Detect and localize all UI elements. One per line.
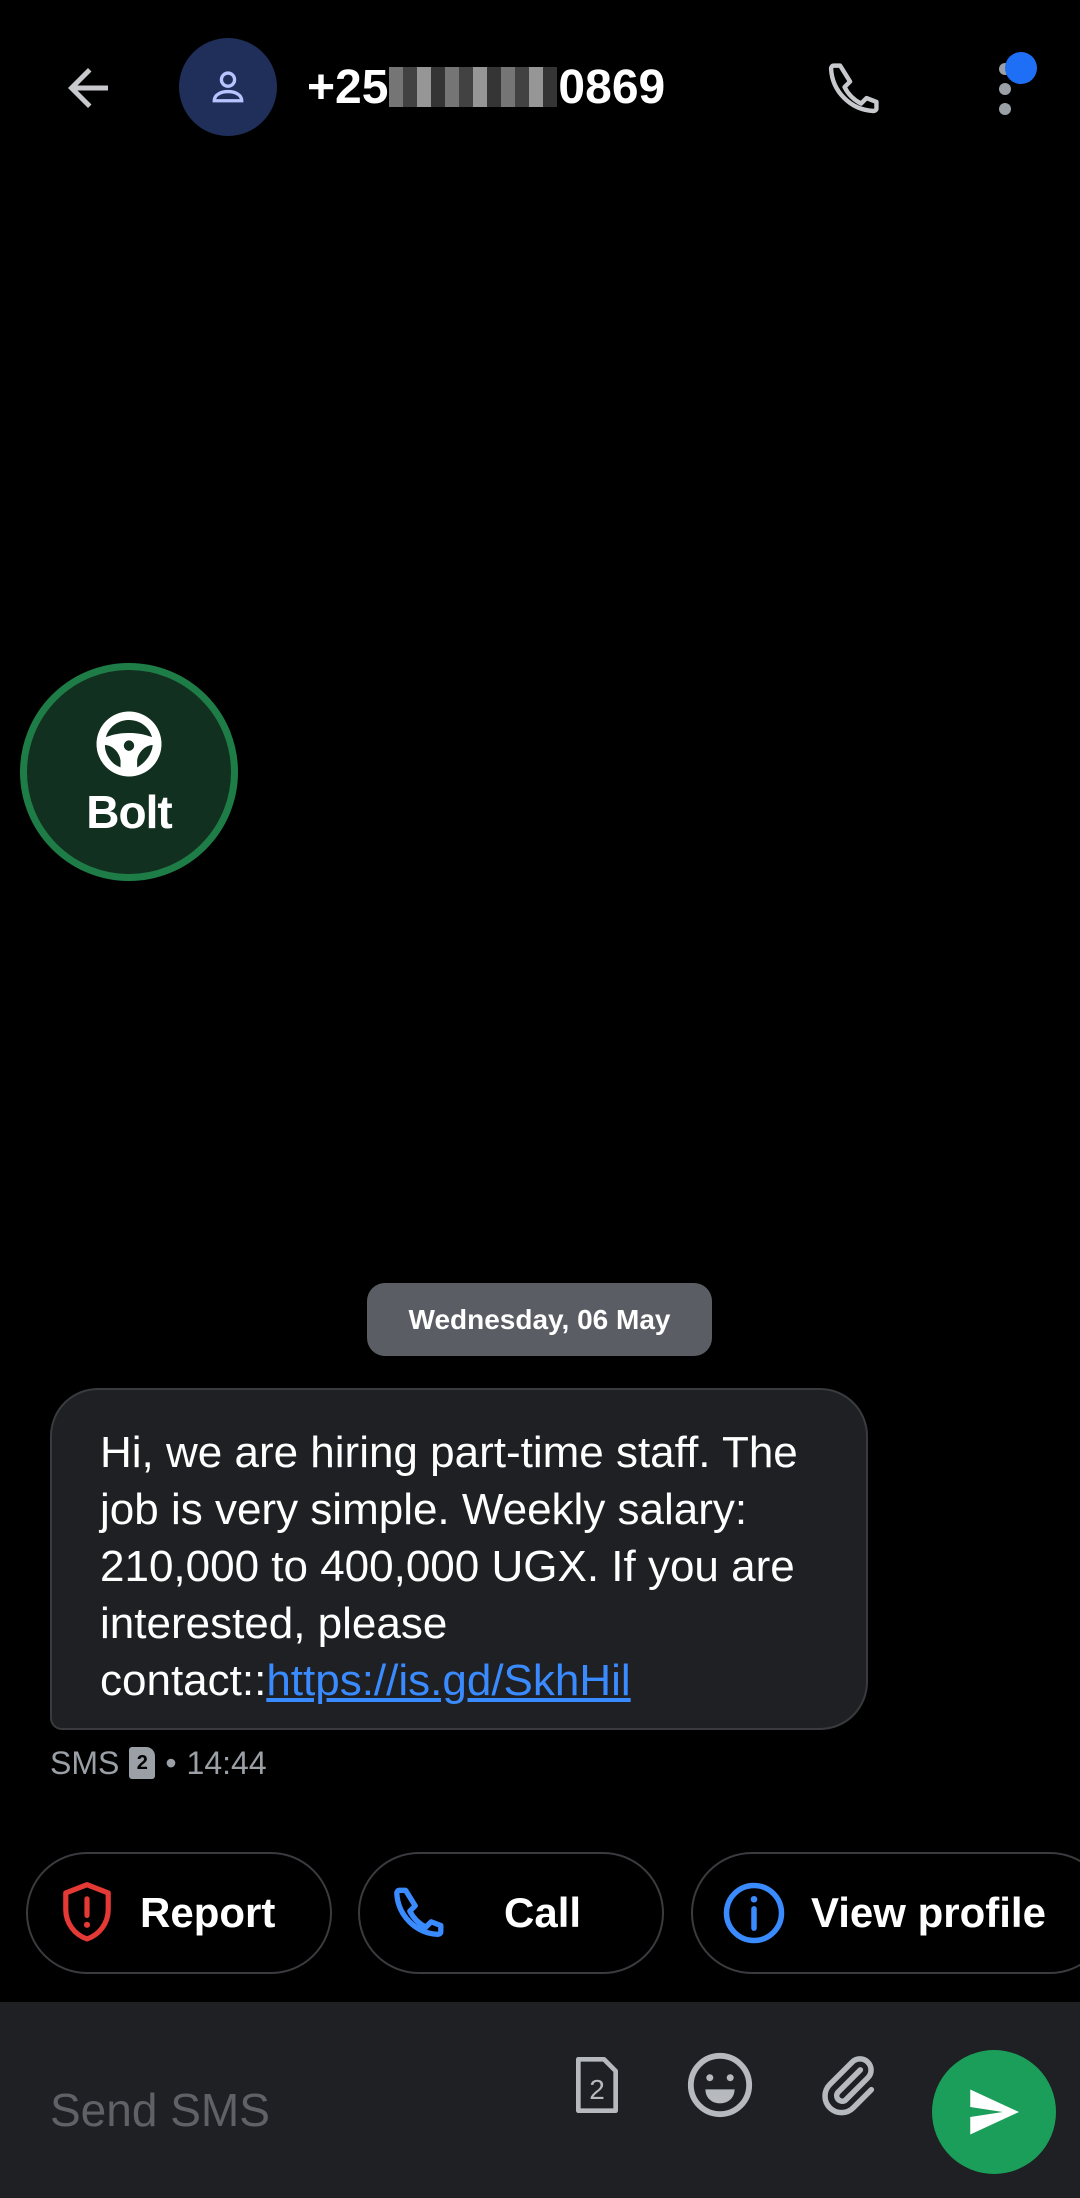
back-button[interactable] [40, 48, 136, 128]
send-icon [970, 2089, 1019, 2135]
message-input[interactable]: Send SMS [50, 2083, 270, 2137]
redacted-digits [389, 67, 558, 107]
paperclip-icon [822, 2056, 875, 2116]
steering-wheel-icon [96, 711, 162, 777]
contact-avatar[interactable] [179, 38, 277, 136]
sim-select-button[interactable]: 2 [562, 2040, 632, 2130]
person-icon [212, 71, 244, 103]
call-label: Call [504, 1889, 582, 1936]
send-button[interactable] [932, 2050, 1056, 2174]
view-profile-button[interactable]: View profile [691, 1852, 1080, 1974]
message-time: 14:44 [186, 1744, 267, 1781]
sim-number: 2 [589, 2074, 605, 2105]
title-prefix: +25 [307, 61, 389, 114]
sim-card-icon: 2 [576, 2057, 618, 2114]
message-link[interactable]: https://is.gd/SkhHil [266, 1656, 630, 1705]
arrow-left-icon [68, 68, 108, 108]
call-action-button[interactable]: Call [358, 1852, 664, 1974]
sim-card-icon: 2 [129, 1747, 156, 1779]
notification-badge [1005, 52, 1037, 84]
meta-separator: • [165, 1744, 177, 1781]
report-label: Report [140, 1889, 276, 1936]
phone-icon [828, 63, 879, 114]
message-meta: SMS 2 • 14:44 [50, 1742, 267, 1784]
smiley-icon [687, 2052, 753, 2118]
emoji-button[interactable] [680, 2040, 760, 2130]
title-suffix: 0869 [558, 61, 666, 114]
contact-title[interactable]: +25 0869 [307, 56, 665, 120]
sender-logo[interactable]: Bolt [20, 663, 238, 881]
bolt-logo-text: Bolt [86, 786, 172, 838]
message-type: SMS [50, 1744, 120, 1781]
attach-button[interactable] [808, 2040, 888, 2130]
shield-alert-icon [63, 1882, 111, 1942]
message-bubble[interactable]: Hi, we are hiring part-time staff. The j… [50, 1388, 868, 1730]
date-separator: Wednesday, 06 May [367, 1283, 712, 1356]
report-button[interactable]: Report [26, 1852, 332, 1974]
view-profile-label: View profile [811, 1889, 1046, 1936]
phone-icon [394, 1887, 444, 1937]
info-icon [723, 1882, 785, 1944]
call-button[interactable] [810, 44, 900, 134]
